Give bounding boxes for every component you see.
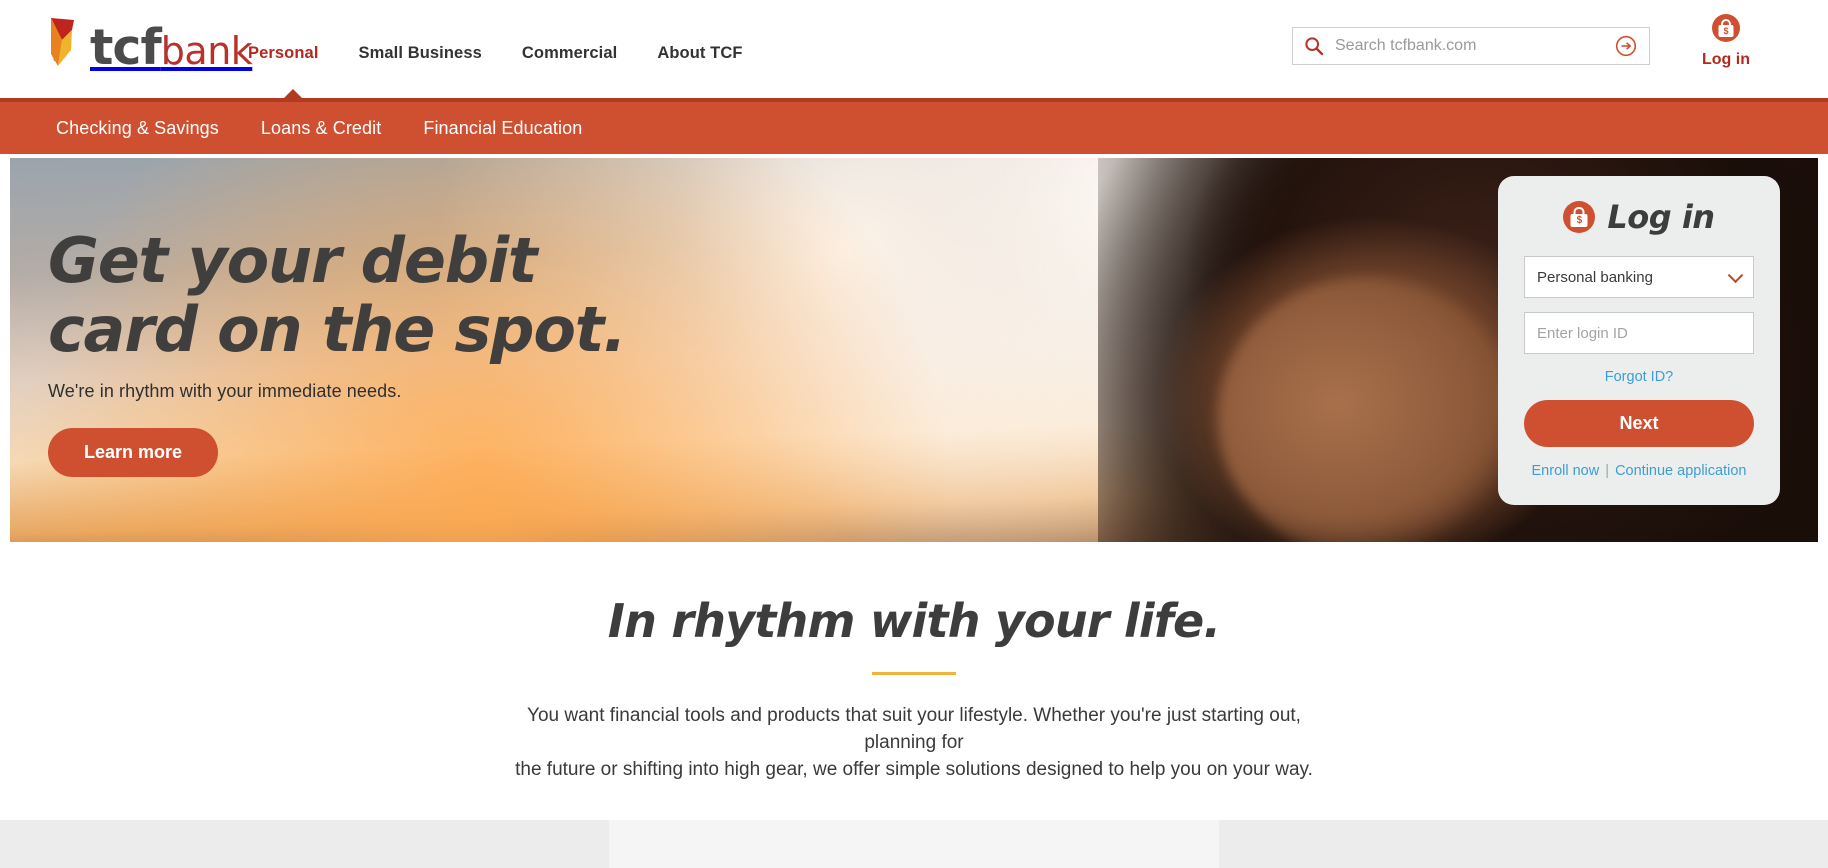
hero-subheading: We're in rhythm with your immediate need… [48, 380, 402, 401]
nav-item-about-tcf[interactable]: About TCF [657, 44, 742, 63]
subnav-item-financial-education[interactable]: Financial Education [423, 118, 582, 139]
login-panel-title-text: Log in [1607, 198, 1715, 236]
hero-copy: Get your debit card on the spot. We're i… [48, 224, 627, 477]
hero-learn-more-button[interactable]: Learn more [48, 427, 219, 477]
logo-wordmark: tcfbank [90, 18, 253, 76]
forgot-id-row: Forgot ID? [1524, 368, 1754, 386]
rhythm-body-text: You want financial tools and products th… [515, 705, 1313, 780]
login-panel: $ Log in Personal banking Enter login ID… [1498, 176, 1780, 505]
feature-card-2[interactable] [609, 819, 1219, 868]
link-separator: | [1605, 463, 1610, 479]
chevron-down-icon [1727, 267, 1744, 284]
login-id-placeholder: Enter login ID [1537, 324, 1628, 342]
hero-banner: Get your debit card on the spot. We're i… [10, 158, 1818, 542]
account-type-select[interactable]: Personal banking [1524, 256, 1754, 298]
active-tab-pointer-icon [283, 89, 303, 99]
feature-card-3[interactable] [1218, 819, 1828, 868]
nav-item-personal[interactable]: Personal [248, 44, 319, 63]
forgot-id-link[interactable]: Forgot ID? [1605, 369, 1674, 385]
subnav-item-loans-credit[interactable]: Loans & Credit [261, 118, 381, 139]
nav-item-commercial[interactable]: Commercial [522, 44, 617, 63]
enroll-now-link[interactable]: Enroll now [1532, 463, 1600, 479]
heading-divider [872, 672, 956, 675]
site-search[interactable] [1292, 27, 1650, 65]
subnav-item-checking-savings[interactable]: Checking & Savings [56, 118, 219, 139]
tcf-bank-logo[interactable]: tcfbank [48, 8, 253, 76]
nav-item-small-business[interactable]: Small Business [359, 44, 482, 63]
login-next-button[interactable]: Next [1524, 400, 1754, 447]
secondary-navigation: Checking & Savings Loans & Credit Financ… [0, 89, 1828, 154]
rhythm-section: In rhythm with your life. You want finan… [0, 542, 1828, 784]
login-panel-links: Enroll now | Continue application [1524, 463, 1754, 479]
search-input[interactable] [1335, 37, 1603, 55]
hero-band: Get your debit card on the spot. We're i… [0, 154, 1828, 542]
lock-dollar-icon: $ [1563, 201, 1596, 233]
search-icon [1293, 36, 1335, 56]
search-submit-arrow-icon[interactable] [1603, 35, 1649, 57]
feature-cards-strip [0, 819, 1828, 868]
tcf-logo-mark-icon [48, 14, 88, 70]
continue-application-link[interactable]: Continue application [1615, 463, 1746, 479]
header-login-label: Log in [1702, 51, 1750, 68]
lock-dollar-icon: $ [1712, 14, 1740, 42]
feature-card-1[interactable] [0, 819, 610, 868]
account-type-value: Personal banking [1537, 268, 1653, 286]
header-login-button[interactable]: $ Log in [1676, 14, 1776, 69]
rhythm-heading: In rhythm with your life. [607, 594, 1221, 648]
site-header: tcfbank Personal Small Business Commerci… [0, 0, 1828, 98]
hero-heading: Get your debit card on the spot. [48, 224, 627, 367]
login-panel-title: $ Log in [1524, 198, 1754, 236]
primary-navigation: Personal Small Business Commercial About… [248, 44, 743, 63]
login-id-field[interactable]: Enter login ID [1524, 312, 1754, 354]
